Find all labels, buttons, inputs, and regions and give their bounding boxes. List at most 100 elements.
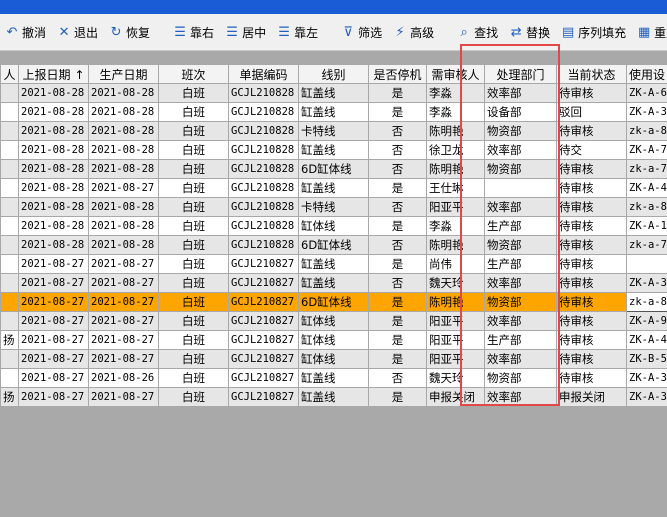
table-cell[interactable]: 待审核: [556, 197, 627, 217]
table-cell[interactable]: 李淼: [426, 102, 485, 122]
table-cell[interactable]: 扬: [0, 387, 19, 407]
table-cell[interactable]: [0, 254, 19, 274]
table-cell[interactable]: 王仕琳: [426, 178, 485, 198]
table-row[interactable]: 2021-08-27 2021-08-27 白班 GCJL210827 6D缸体线是陈明…: [0, 292, 667, 312]
table-cell[interactable]: [0, 83, 19, 103]
table-cell[interactable]: 待审核: [556, 216, 627, 236]
toolbar-button-6[interactable]: ⊽ 筛选: [336, 19, 386, 45]
table-cell[interactable]: 待审核: [556, 292, 627, 312]
table-cell[interactable]: 待交: [556, 140, 627, 160]
table-cell[interactable]: 效率部: [484, 311, 557, 331]
table-cell[interactable]: 是: [368, 216, 427, 236]
table-cell[interactable]: 尚伟: [426, 254, 485, 274]
table-cell[interactable]: 2021-08-27: [18, 311, 89, 331]
table-cell[interactable]: GCJL210828: [228, 197, 299, 217]
table-cell[interactable]: 2021-08-28: [88, 216, 159, 236]
toolbar-button-10[interactable]: ▤ 序列填充: [556, 19, 630, 45]
table-cell[interactable]: 缸盖线: [298, 83, 369, 103]
table-row[interactable]: 2021-08-27 2021-08-26 白班 GCJL210827 缸盖线否魏天玲物…: [0, 368, 667, 388]
table-row[interactable]: 2021-08-27 2021-08-27 白班 GCJL210827 缸盖线是尚伟 生产…: [0, 254, 667, 274]
table-cell[interactable]: [0, 368, 19, 388]
toolbar-button-7[interactable]: ⚡ 高级: [388, 19, 438, 45]
column-header[interactable]: 人: [0, 64, 19, 84]
table-cell[interactable]: 生产部: [484, 330, 557, 350]
table-cell[interactable]: 缸体线: [298, 330, 369, 350]
table-cell[interactable]: 2021-08-28: [18, 216, 89, 236]
column-header[interactable]: 需审核人: [426, 64, 485, 84]
table-row[interactable]: 2021-08-28 2021-08-28 白班 GCJL210828 6D缸体线否陈明…: [0, 235, 667, 255]
toolbar-button-8[interactable]: ⌕ 查找: [452, 19, 502, 45]
table-cell[interactable]: 2021-08-27: [18, 387, 89, 407]
toolbar-button-0[interactable]: ↶ 撤消: [0, 19, 50, 45]
table-cell[interactable]: 白班: [158, 216, 229, 236]
table-cell[interactable]: 效率部: [484, 140, 557, 160]
column-header[interactable]: 是否停机: [368, 64, 427, 84]
table-cell[interactable]: 是: [368, 330, 427, 350]
table-cell[interactable]: GCJL210828: [228, 216, 299, 236]
table-cell[interactable]: 2021-08-28: [18, 197, 89, 217]
table-cell[interactable]: 是: [368, 311, 427, 331]
table-cell[interactable]: GCJL210828: [228, 140, 299, 160]
table-cell[interactable]: 2021-08-27: [88, 349, 159, 369]
table-cell[interactable]: 2021-08-28: [18, 83, 89, 103]
table-cell[interactable]: 2021-08-27: [18, 349, 89, 369]
table-cell[interactable]: 缸盖线: [298, 102, 369, 122]
table-cell[interactable]: GCJL210828: [228, 235, 299, 255]
table-cell[interactable]: ZK-A-3: [626, 387, 667, 407]
table-cell[interactable]: 缸盖线: [298, 254, 369, 274]
table-cell[interactable]: [484, 178, 557, 198]
table-cell[interactable]: ZK-A-7: [626, 140, 667, 160]
toolbar-button-5[interactable]: ☰ 靠左: [272, 19, 322, 45]
table-cell[interactable]: [0, 102, 19, 122]
table-cell[interactable]: 2021-08-27: [18, 273, 89, 293]
table-cell[interactable]: [0, 121, 19, 141]
table-cell[interactable]: 是: [368, 83, 427, 103]
table-cell[interactable]: [0, 311, 19, 331]
table-row[interactable]: 2021-08-28 2021-08-28 白班 GCJL210828 缸盖线否徐卫龙效…: [0, 140, 667, 160]
table-cell[interactable]: [0, 292, 19, 312]
table-cell[interactable]: 待审核: [556, 311, 627, 331]
table-cell[interactable]: 李淼: [426, 216, 485, 236]
table-cell[interactable]: 物资部: [484, 121, 557, 141]
table-cell[interactable]: 效率部: [484, 273, 557, 293]
table-row[interactable]: 2021-08-28 2021-08-28 白班 GCJL210828 卡特线否阳亚平效…: [0, 197, 667, 217]
table-cell[interactable]: zk-a-7: [626, 235, 667, 255]
table-cell[interactable]: [0, 178, 19, 198]
table-cell[interactable]: 待审核: [556, 273, 627, 293]
table-row[interactable]: 2021-08-27 2021-08-27 白班 GCJL210827 缸体线是阳亚平效…: [0, 349, 667, 369]
table-cell[interactable]: 是: [368, 387, 427, 407]
table-cell[interactable]: 白班: [158, 349, 229, 369]
table-cell[interactable]: 白班: [158, 197, 229, 217]
table-cell[interactable]: 物资部: [484, 368, 557, 388]
table-cell[interactable]: 2021-08-27: [18, 254, 89, 274]
table-cell[interactable]: GCJL210827: [228, 330, 299, 350]
table-cell[interactable]: ZK-A-9: [626, 311, 667, 331]
table-cell[interactable]: 待审核: [556, 178, 627, 198]
column-header[interactable]: 线别: [298, 64, 369, 84]
table-cell[interactable]: 李淼: [426, 83, 485, 103]
table-cell[interactable]: ZK-A-4: [626, 178, 667, 198]
column-header[interactable]: 班次: [158, 64, 229, 84]
table-cell[interactable]: 白班: [158, 121, 229, 141]
table-cell[interactable]: 陈明艳: [426, 235, 485, 255]
table-cell[interactable]: 2021-08-28: [88, 197, 159, 217]
toolbar-button-1[interactable]: ✕ 退出: [52, 19, 102, 45]
table-cell[interactable]: 陈明艳: [426, 292, 485, 312]
table-cell[interactable]: GCJL210828: [228, 178, 299, 198]
table-cell[interactable]: 2021-08-28: [18, 159, 89, 179]
table-cell[interactable]: 待审核: [556, 349, 627, 369]
table-row[interactable]: 扬 2021-08-27 2021-08-27 白班 GCJL210827 缸体线是阳亚平…: [0, 330, 667, 350]
table-cell[interactable]: 2021-08-26: [88, 368, 159, 388]
table-cell[interactable]: [0, 216, 19, 236]
table-cell[interactable]: 效率部: [484, 349, 557, 369]
table-cell[interactable]: ZK-A-6: [626, 83, 667, 103]
table-cell[interactable]: 6D缸体线: [298, 159, 369, 179]
table-cell[interactable]: 6D缸体线: [298, 292, 369, 312]
table-cell[interactable]: 白班: [158, 102, 229, 122]
table-cell[interactable]: 待审核: [556, 235, 627, 255]
table-cell[interactable]: ZK-A-4: [626, 330, 667, 350]
column-header[interactable]: 使用设: [626, 64, 667, 84]
table-cell[interactable]: 2021-08-27: [18, 330, 89, 350]
table-cell[interactable]: 2021-08-28: [88, 102, 159, 122]
table-cell[interactable]: 2021-08-28: [88, 140, 159, 160]
